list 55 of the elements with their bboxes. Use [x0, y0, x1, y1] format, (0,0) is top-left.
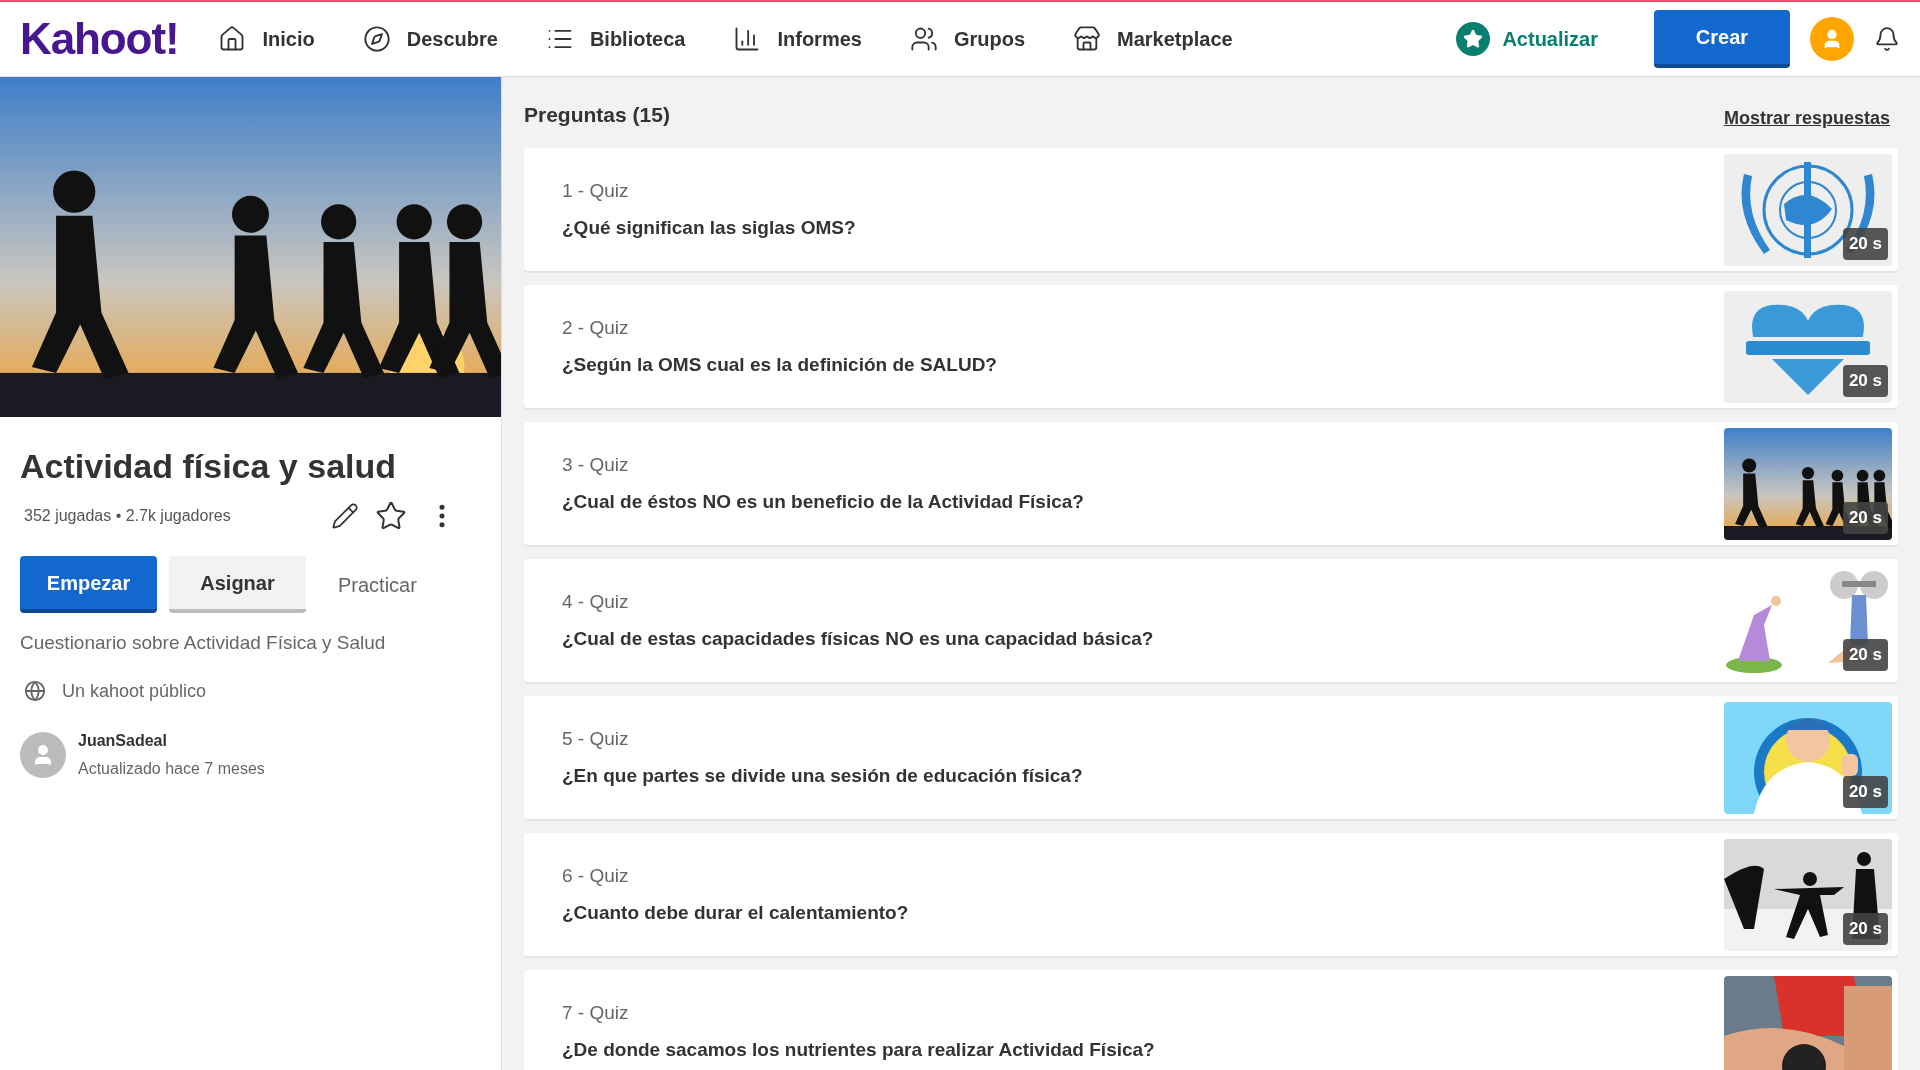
question-type: 3 - Quiz — [562, 453, 630, 477]
question-text: ¿Cual de éstos NO es un beneficio de la Actividad Física? — [562, 489, 1085, 514]
question-type: 6 - Quiz — [562, 864, 630, 888]
globe-icon — [24, 680, 46, 702]
time-badge: 20 s — [1842, 639, 1888, 671]
kahoot-title: Actividad física y salud — [20, 446, 398, 487]
show-answers-link[interactable]: Mostrar respuestas — [1723, 105, 1890, 132]
people-icon — [909, 25, 938, 53]
author-name[interactable]: JuanSadeal — [78, 728, 265, 753]
question-type: 5 - Quiz — [562, 727, 630, 751]
question-text: ¿Según la OMS cual es la definición de SALUD? — [562, 352, 998, 377]
create-button[interactable]: Crear — [1654, 10, 1790, 68]
visibility-label: Un kahoot público — [62, 679, 207, 703]
time-badge: 20 s — [1842, 776, 1888, 808]
question-text: ¿Cuanto debe durar el calentamiento? — [562, 900, 910, 925]
question-card[interactable]: 7 - Quiz ¿De donde sacamos los nutrientes para realizar Actividad Física? — [524, 970, 1898, 1070]
question-card[interactable]: 1 - Quiz ¿Qué significan las siglas OMS? 20 s — [524, 148, 1898, 271]
nav-link[interactable]: Grupos — [909, 24, 1026, 54]
time-badge: 20 s — [1842, 228, 1888, 260]
question-card[interactable]: 2 - Quiz ¿Según la OMS cual es la definición de SALUD? 20 s — [524, 285, 1898, 408]
kahoot-description: Cuestionario sobre Actividad Física y Salud — [20, 631, 387, 655]
notification-bell-icon[interactable] — [1874, 26, 1900, 52]
question-type: 1 - Quiz — [562, 179, 630, 203]
nav-link[interactable]: Marketplace — [1073, 24, 1233, 54]
practice-button[interactable]: Practicar — [318, 556, 437, 613]
updated-label: Actualizado hace 7 meses — [78, 758, 265, 779]
questions-heading: Preguntas (15) — [524, 101, 670, 128]
upgrade-link[interactable]: Actualizar — [1456, 22, 1598, 56]
nav-link[interactable]: Inicio — [218, 24, 315, 54]
store-icon — [1073, 25, 1102, 53]
question-text: ¿Qué significan las siglas OMS? — [562, 215, 857, 240]
compass-icon — [362, 25, 391, 53]
time-badge: 20 s — [1842, 502, 1888, 534]
author-avatar-icon — [20, 731, 66, 778]
question-card[interactable]: 5 - Quiz ¿En que partes se divide una sesión de educación física? 20 s — [524, 696, 1898, 819]
time-badge: 20 s — [1842, 913, 1888, 945]
nav-link[interactable]: Informes — [733, 24, 862, 54]
play-stats: 352 jugadas • 2.7k jugadores — [24, 506, 232, 526]
question-text: ¿De donde sacamos los nutrientes para realizar Actividad Física? — [562, 1037, 1156, 1062]
question-card[interactable]: 3 - Quiz ¿Cual de éstos NO es un beneficio de la Actividad Física? 20 s — [524, 422, 1898, 545]
question-text: ¿En que partes se divide una sesión de educación física? — [562, 763, 1084, 788]
logo[interactable]: Kahoot! — [20, 6, 179, 72]
edit-icon[interactable] — [331, 502, 359, 530]
question-type: 2 - Quiz — [562, 316, 630, 340]
question-card[interactable]: 4 - Quiz ¿Cual de estas capacidades físicas NO es una capacidad básica? 20 s — [524, 559, 1898, 682]
assign-button[interactable]: Asignar — [169, 556, 306, 613]
question-card[interactable]: 6 - Quiz ¿Cuanto debe durar el calentamiento? 20 s — [524, 833, 1898, 956]
question-type: 4 - Quiz — [562, 590, 630, 614]
question-type: 7 - Quiz — [562, 1001, 630, 1025]
time-badge: 20 s — [1842, 365, 1888, 397]
nav-link[interactable]: Biblioteca — [545, 24, 686, 54]
favorite-star-icon[interactable] — [375, 500, 407, 532]
nav-link[interactable]: Descubre — [362, 24, 498, 54]
question-text: ¿Cual de estas capacidades físicas NO es una capacidad básica? — [562, 626, 1155, 651]
start-button[interactable]: Empezar — [20, 556, 157, 613]
